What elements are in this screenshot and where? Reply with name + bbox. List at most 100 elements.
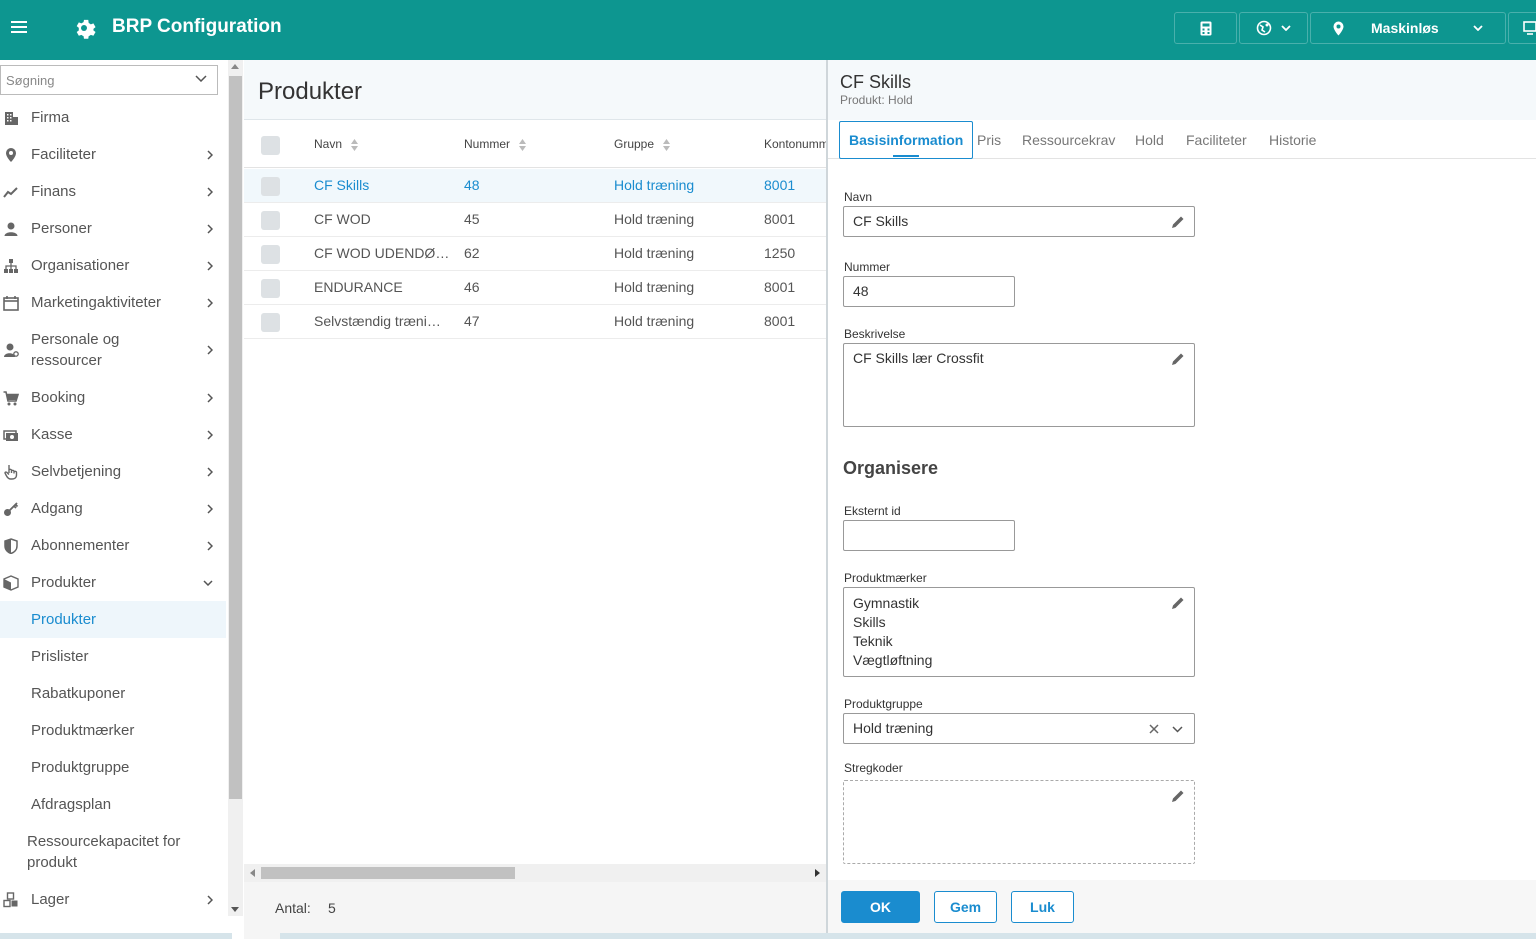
pencil-edit-icon[interactable] bbox=[1171, 596, 1185, 610]
sidebar-item-personer[interactable]: Personer bbox=[0, 210, 226, 247]
sidebar-subitem-label: Produkter bbox=[31, 611, 97, 628]
navn-field[interactable]: CF Skills bbox=[843, 206, 1195, 237]
scroll-right-arrow-icon[interactable] bbox=[815, 869, 820, 877]
scrollbar-thumb[interactable] bbox=[229, 76, 242, 799]
row-checkbox[interactable] bbox=[261, 313, 280, 332]
scroll-down-arrow-icon[interactable] bbox=[231, 907, 239, 912]
scroll-up-arrow-icon[interactable] bbox=[231, 64, 239, 69]
sidebar-item-label: Marketingaktiviteter bbox=[31, 294, 162, 311]
column-header-gruppe[interactable]: Gruppe bbox=[614, 137, 671, 151]
eksternt-id-field[interactable] bbox=[843, 520, 1015, 551]
sidebar-subitem-produktgruppe[interactable]: Produktgruppe bbox=[0, 749, 226, 786]
pencil-edit-icon[interactable] bbox=[1171, 215, 1185, 229]
sidebar-item-faciliteter[interactable]: Faciliteter bbox=[0, 136, 226, 173]
tab-basisinformation[interactable]: Basisinformation bbox=[839, 121, 974, 159]
globe-menu-button[interactable] bbox=[1239, 12, 1308, 44]
sidebar-item-selvbetjening[interactable]: Selvbetjening bbox=[0, 453, 226, 490]
calculator-button[interactable] bbox=[1174, 12, 1237, 44]
scroll-left-arrow-icon[interactable] bbox=[250, 869, 255, 877]
close-button[interactable]: Luk bbox=[1011, 891, 1074, 923]
tab-historie[interactable]: Historie bbox=[1269, 121, 1316, 159]
hamburger-menu-icon[interactable] bbox=[11, 21, 27, 35]
save-button[interactable]: Gem bbox=[934, 891, 997, 923]
navn-value: CF Skills bbox=[853, 213, 909, 229]
tag-item: Vægtløftning bbox=[853, 652, 933, 668]
sidebar-item-adgang[interactable]: Adgang bbox=[0, 490, 226, 527]
table-row[interactable]: CF Skills 48 Hold træning 8001 bbox=[244, 169, 826, 203]
produktmaerker-field[interactable]: Gymnastik Skills Teknik Vægtløftning bbox=[843, 587, 1195, 677]
sidebar-bottom-strip bbox=[0, 933, 232, 939]
sidebar-subitem-produkter[interactable]: Produkter bbox=[0, 601, 226, 638]
row-checkbox[interactable] bbox=[261, 211, 280, 230]
chevron-down-icon bbox=[1473, 25, 1483, 31]
cell-nummer: 45 bbox=[464, 211, 480, 227]
table-row[interactable]: Selvstændig træni… 47 Hold træning 8001 bbox=[244, 305, 826, 339]
sidebar-item-produkter[interactable]: Produkter bbox=[0, 564, 226, 601]
sidebar-item-booking[interactable]: Booking bbox=[0, 379, 226, 416]
cell-gruppe: Hold træning bbox=[614, 313, 695, 329]
sidebar-item-lager[interactable]: Lager bbox=[0, 881, 226, 918]
sidebar-scrollbar[interactable] bbox=[228, 60, 243, 916]
tab-ressourcekrav[interactable]: Ressourcekrav bbox=[1022, 121, 1115, 159]
screen-button[interactable] bbox=[1508, 12, 1536, 44]
sidebar-subitem-rabatkuponer[interactable]: Rabatkuponer bbox=[0, 675, 226, 712]
sidebar-subitem-label: Prislister bbox=[31, 648, 89, 665]
scrollbar-thumb[interactable] bbox=[261, 867, 515, 879]
chevron-right-icon bbox=[207, 149, 213, 160]
sidebar-subitem-ressourcekapacitet[interactable]: Ressourcekapacitet for produkt bbox=[0, 823, 226, 881]
cell-konto: 8001 bbox=[764, 177, 796, 193]
nummer-field[interactable]: 48 bbox=[843, 276, 1015, 307]
column-header-nummer[interactable]: Nummer bbox=[464, 137, 527, 151]
table-row[interactable]: CF WOD UDENDØ… 62 Hold træning 1250 bbox=[244, 237, 826, 271]
cell-gruppe: Hold træning bbox=[614, 245, 695, 261]
sort-icon bbox=[663, 138, 671, 151]
sidebar-subitem-afdragsplan[interactable]: Afdragsplan bbox=[0, 786, 226, 823]
sidebar-subitem-prislister[interactable]: Prislister bbox=[0, 638, 226, 675]
row-checkbox[interactable] bbox=[261, 245, 280, 264]
column-header-kontonummer[interactable]: Kontonummer bbox=[764, 137, 826, 151]
sidebar-item-kasse[interactable]: Kasse bbox=[0, 416, 226, 453]
sidebar: Søgning Firma Faciliteter Finans Persone… bbox=[0, 60, 228, 939]
count-label: Antal: bbox=[275, 900, 311, 916]
pencil-edit-icon[interactable] bbox=[1171, 352, 1185, 366]
sidebar-item-abonnementer[interactable]: Abonnementer bbox=[0, 527, 226, 564]
stregkoder-field[interactable] bbox=[843, 780, 1195, 864]
sidebar-subitem-label: Produktmærker bbox=[31, 722, 135, 739]
row-checkbox[interactable] bbox=[261, 279, 280, 298]
select-all-checkbox[interactable] bbox=[261, 136, 280, 155]
sidebar-item-finans[interactable]: Finans bbox=[0, 173, 226, 210]
chevron-right-icon bbox=[207, 503, 213, 514]
tab-pris[interactable]: Pris bbox=[977, 121, 1001, 159]
beskrivelse-field[interactable]: CF Skills lær Crossfit bbox=[843, 343, 1195, 427]
clear-x-icon[interactable] bbox=[1149, 724, 1159, 734]
produktgruppe-select[interactable]: Hold træning bbox=[843, 713, 1195, 744]
row-checkbox[interactable] bbox=[261, 177, 280, 196]
sidebar-item-organisationer[interactable]: Organisationer bbox=[0, 247, 226, 284]
tab-faciliteter[interactable]: Faciliteter bbox=[1186, 121, 1247, 159]
list-footer: Antal: 5 bbox=[244, 882, 826, 939]
sidebar-subitem-produktmaerker[interactable]: Produktmærker bbox=[0, 712, 226, 749]
trend-line-icon bbox=[3, 186, 18, 198]
chevron-down-icon[interactable] bbox=[1172, 726, 1183, 733]
panel-actions: OK Gem Luk bbox=[828, 880, 1536, 939]
sidebar-subitem-label: Produktgruppe bbox=[31, 759, 130, 776]
ok-button[interactable]: OK bbox=[841, 891, 920, 923]
search-placeholder: Søgning bbox=[6, 72, 55, 88]
table-row[interactable]: ENDURANCE 46 Hold træning 8001 bbox=[244, 271, 826, 305]
chevron-right-icon bbox=[207, 429, 213, 440]
sidebar-item-personale[interactable]: Personale og ressourcer bbox=[0, 321, 226, 379]
table-row[interactable]: CF WOD 45 Hold træning 8001 bbox=[244, 203, 826, 237]
sidebar-item-marketingaktiviteter[interactable]: Marketingaktiviteter bbox=[0, 284, 226, 321]
location-pin-icon bbox=[1333, 21, 1344, 35]
search-input[interactable]: Søgning bbox=[0, 65, 218, 95]
cell-konto: 8001 bbox=[764, 211, 796, 227]
tab-hold[interactable]: Hold bbox=[1135, 121, 1164, 159]
produktgruppe-label: Produktgruppe bbox=[844, 697, 923, 711]
sidebar-item-firma[interactable]: Firma bbox=[0, 99, 226, 136]
sort-icon bbox=[351, 138, 359, 151]
horizontal-scrollbar[interactable] bbox=[244, 864, 826, 882]
location-selector[interactable]: Maskinløs bbox=[1310, 12, 1506, 44]
column-header-navn[interactable]: Navn bbox=[314, 137, 359, 151]
column-label: Navn bbox=[314, 137, 343, 151]
pencil-edit-icon[interactable] bbox=[1171, 789, 1185, 803]
